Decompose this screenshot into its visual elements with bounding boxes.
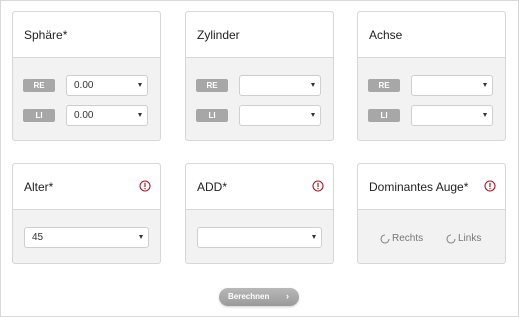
berechnen-button[interactable]: Berechnen › xyxy=(219,288,299,306)
add-card-header: ADD* xyxy=(186,164,333,210)
chevron-down-icon xyxy=(138,83,142,87)
sphaere-card-header: Sphäre* xyxy=(13,12,160,58)
sphaere-li-badge: LI xyxy=(23,109,55,122)
chevron-right-icon: › xyxy=(286,291,289,301)
achse-re-select[interactable] xyxy=(411,75,493,96)
add-card: ADD* xyxy=(185,163,334,264)
sphaere-re-value: 0.00 xyxy=(74,80,94,91)
alter-card-header: Alter* xyxy=(13,164,160,210)
berechnen-label: Berechnen xyxy=(228,292,270,301)
add-select[interactable] xyxy=(197,227,322,248)
zylinder-title: Zylinder xyxy=(197,28,240,42)
achse-li-select[interactable] xyxy=(411,105,493,126)
info-icon[interactable] xyxy=(312,180,324,192)
radio-links-label: Links xyxy=(458,233,482,244)
alter-card: Alter* 45 xyxy=(12,163,161,264)
chevron-down-icon xyxy=(139,235,143,239)
achse-card: Achse RE LI xyxy=(357,11,506,141)
chevron-down-icon xyxy=(138,113,142,117)
achse-title: Achse xyxy=(369,28,403,42)
chevron-down-icon xyxy=(311,113,315,117)
sphaere-re-badge: RE xyxy=(23,79,55,92)
sphaere-card: Sphäre* RE 0.00 LI 0.00 xyxy=(12,11,161,141)
zylinder-li-badge: LI xyxy=(196,109,228,122)
chevron-down-icon xyxy=(483,113,487,117)
alter-title: Alter* xyxy=(24,180,54,194)
chevron-down-icon xyxy=(312,235,316,239)
radio-icon xyxy=(446,234,456,244)
add-title: ADD* xyxy=(197,180,228,194)
zylinder-re-badge: RE xyxy=(196,79,228,92)
zylinder-re-select[interactable] xyxy=(239,75,321,96)
zylinder-li-select[interactable] xyxy=(239,105,321,126)
info-icon[interactable] xyxy=(484,180,496,192)
achse-re-badge: RE xyxy=(368,79,400,92)
radio-rechts-label: Rechts xyxy=(392,233,424,244)
dominantes-auge-card-header: Dominantes Auge* xyxy=(358,164,505,210)
chevron-down-icon xyxy=(483,83,487,87)
sphaere-li-select[interactable]: 0.00 xyxy=(66,105,148,126)
chevron-down-icon xyxy=(311,83,315,87)
sphaere-re-select[interactable]: 0.00 xyxy=(66,75,148,96)
sphaere-li-value: 0.00 xyxy=(74,110,94,121)
alter-value: 45 xyxy=(32,232,44,243)
sphaere-title: Sphäre* xyxy=(24,28,68,42)
zylinder-card: Zylinder RE LI xyxy=(185,11,334,141)
alter-select[interactable]: 45 xyxy=(24,227,149,248)
info-icon[interactable] xyxy=(139,180,151,192)
zylinder-card-header: Zylinder xyxy=(186,12,333,58)
achse-card-header: Achse xyxy=(358,12,505,58)
achse-li-badge: LI xyxy=(368,109,400,122)
dominantes-auge-title: Dominantes Auge* xyxy=(369,180,469,194)
radio-icon xyxy=(380,234,390,244)
dominantes-auge-card: Dominantes Auge* xyxy=(357,163,506,264)
